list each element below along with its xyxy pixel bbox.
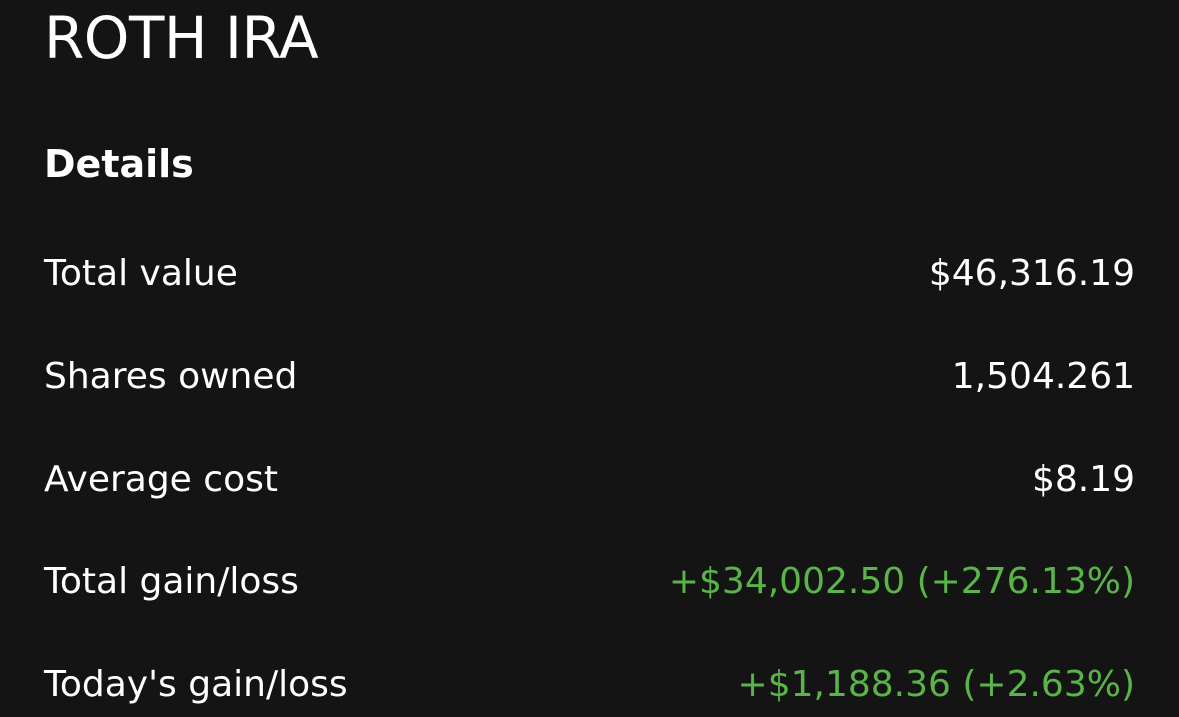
total-gain-loss-label: Total gain/loss xyxy=(44,560,299,602)
average-cost-label: Average cost xyxy=(44,458,278,500)
details-heading: Details xyxy=(44,142,194,186)
detail-row-total-value: Total value $46,316.19 xyxy=(44,247,1135,299)
todays-gain-loss-amount: +$1,188.36 (+2.63%) xyxy=(737,663,1135,705)
average-cost-amount: $8.19 xyxy=(1031,458,1135,500)
total-value-amount: $46,316.19 xyxy=(928,252,1135,294)
detail-row-average-cost: Average cost $8.19 xyxy=(44,453,1135,505)
detail-row-shares-owned: Shares owned 1,504.261 xyxy=(44,350,1135,402)
shares-owned-label: Shares owned xyxy=(44,355,298,397)
detail-row-total-gain-loss: Total gain/loss +$34,002.50 (+276.13%) xyxy=(44,555,1135,607)
detail-row-todays-gain-loss: Today's gain/loss +$1,188.36 (+2.63%) xyxy=(44,658,1135,710)
shares-owned-amount: 1,504.261 xyxy=(951,355,1135,397)
account-title: ROTH IRA xyxy=(44,4,319,72)
todays-gain-loss-label: Today's gain/loss xyxy=(44,663,348,705)
total-value-label: Total value xyxy=(44,252,238,294)
total-gain-loss-amount: +$34,002.50 (+276.13%) xyxy=(668,560,1135,602)
